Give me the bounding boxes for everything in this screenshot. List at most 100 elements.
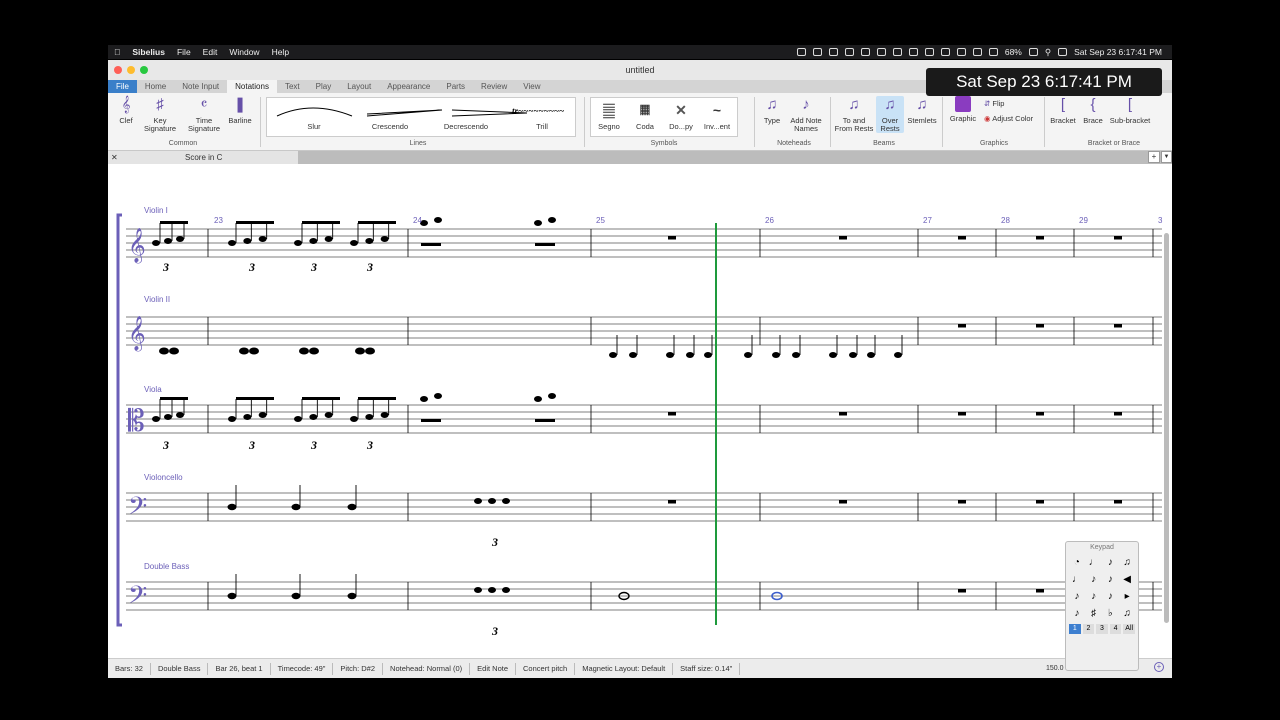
tab-view[interactable]: View	[515, 80, 548, 93]
keypad-tab-4[interactable]: 4	[1109, 624, 1122, 634]
status-icon[interactable]	[908, 48, 918, 56]
keypad-panel[interactable]: Keypad ◔ ♩ ♪ ♫ ♩ ♪ ♪ ◀ ♪ ♪ ♪ ▸ ♪ ♯ ♭ ♫ 1…	[1065, 541, 1139, 671]
trill-button[interactable]: Trill	[507, 122, 577, 131]
status-icon[interactable]	[844, 48, 854, 56]
add-tab-button[interactable]: +	[1148, 151, 1160, 163]
keypad-key-icon[interactable]: ♪	[1103, 555, 1119, 571]
beam	[302, 221, 340, 224]
beams-to-from-rests-button[interactable]: ♫ To and From Rests	[832, 96, 876, 133]
tab-parts[interactable]: Parts	[438, 80, 473, 93]
key-signature-button[interactable]: ♯ Key Signature	[138, 96, 182, 133]
cloud-icon[interactable]	[892, 48, 902, 56]
play-icon[interactable]	[956, 48, 966, 56]
keypad-key-icon[interactable]: ♩	[1086, 555, 1102, 571]
notehead	[228, 416, 236, 422]
flip-button[interactable]: ⇵ Flip	[984, 99, 1004, 108]
score-canvas[interactable]: 𝄞 𝄞 𝄡 𝄢 𝄢 Violin I Violin II Viola Violoncel…	[108, 165, 1172, 655]
notehead	[792, 352, 800, 358]
menu-edit[interactable]: Edit	[203, 47, 218, 57]
crescendo-button[interactable]: Crescendo	[355, 122, 425, 131]
keypad-key-icon[interactable]: ♪	[1103, 572, 1119, 588]
coda-button[interactable]: Coda	[627, 122, 663, 131]
keypad-key-icon[interactable]: ♯	[1086, 606, 1102, 622]
user-icon[interactable]	[988, 48, 998, 56]
keypad-key-icon[interactable]: ♩	[1069, 572, 1085, 588]
sub-bracket-button[interactable]: [Sub-bracket	[1108, 96, 1152, 125]
keypad-key-icon[interactable]: ♪	[1086, 589, 1102, 605]
brace-button[interactable]: {Brace	[1080, 96, 1106, 125]
menu-help[interactable]: Help	[272, 47, 289, 57]
tab-home[interactable]: Home	[137, 80, 174, 93]
close-tab-icon[interactable]: ✕	[111, 151, 118, 164]
tab-review[interactable]: Review	[473, 80, 515, 93]
document-tab[interactable]: ✕ Score in C	[108, 151, 298, 164]
beams-over-rests-button[interactable]: ♫ Over Rests	[876, 96, 904, 133]
keypad-tab-3[interactable]: 3	[1096, 624, 1108, 634]
keypad-key-icon[interactable]: ♪	[1069, 589, 1085, 605]
clef-button[interactable]: 𝄞 Clef	[114, 96, 138, 125]
status-icon[interactable]	[876, 48, 886, 56]
graphic-button[interactable]: Graphic	[946, 96, 980, 123]
zoom-level[interactable]: 150.0	[1046, 665, 1064, 672]
keypad-key-icon[interactable]: ♪	[1103, 589, 1119, 605]
decrescendo-button[interactable]: Decrescendo	[431, 122, 501, 131]
adjust-color-button[interactable]: ◉ Adjust Color	[984, 114, 1033, 123]
notehead	[169, 347, 179, 355]
menu-file[interactable]: File	[177, 47, 191, 57]
bluetooth-icon[interactable]	[924, 48, 934, 56]
notehead	[894, 352, 902, 358]
notehead	[324, 412, 333, 418]
wifi-icon[interactable]	[940, 48, 950, 56]
vertical-scrollbar[interactable]	[1164, 233, 1169, 623]
tab-appearance[interactable]: Appearance	[379, 80, 438, 93]
keypad-key-icon[interactable]: ◀	[1119, 572, 1135, 588]
menu-window[interactable]: Window	[229, 47, 259, 57]
status-bar: Bars: 32 Double Bass Bar 26, beat 1 Time…	[108, 658, 1172, 678]
tab-notations[interactable]: Notations	[227, 80, 277, 93]
keypad-key-icon[interactable]: ▸	[1119, 589, 1135, 605]
keypad-tab-all[interactable]: All	[1123, 624, 1135, 634]
keypad-key-icon[interactable]: ♭	[1103, 606, 1119, 622]
status-icon[interactable]	[812, 48, 822, 56]
segno-button[interactable]: Segno	[591, 122, 627, 131]
tab-note-input[interactable]: Note Input	[174, 80, 227, 93]
bracket-button[interactable]: [Bracket	[1048, 96, 1078, 125]
battery-icon[interactable]	[1028, 48, 1038, 56]
notehead-type-button[interactable]: ♫ Type	[760, 96, 784, 125]
minimize-window-button[interactable]	[127, 66, 135, 74]
doit-button[interactable]: Do...py	[663, 122, 699, 131]
stemlets-button[interactable]: ♫ Stemlets	[906, 96, 938, 125]
tab-play[interactable]: Play	[308, 80, 340, 93]
close-window-button[interactable]	[114, 66, 122, 74]
zoom-window-button[interactable]	[140, 66, 148, 74]
time-signature-button[interactable]: 𝄴 Time Signature	[182, 96, 226, 133]
tab-file[interactable]: File	[108, 80, 137, 93]
add-note-names-button[interactable]: ♪ Add Note Names	[784, 96, 828, 133]
keypad-key-icon[interactable]: ♫	[1119, 555, 1135, 571]
keypad-key-icon[interactable]: ♪	[1086, 572, 1102, 588]
barline-button[interactable]: ❚ Barline	[226, 96, 254, 125]
apple-icon[interactable]: 	[114, 47, 120, 57]
keypad-key-icon[interactable]: ♪	[1069, 606, 1085, 622]
keypad-key-icon[interactable]: ♫	[1119, 606, 1135, 622]
keyboard-icon[interactable]	[972, 48, 982, 56]
control-center-icon[interactable]	[1058, 48, 1068, 56]
app-menu[interactable]: Sibelius	[132, 47, 165, 57]
tab-layout[interactable]: Layout	[339, 80, 379, 93]
status-icon[interactable]	[828, 48, 838, 56]
inverted-mordent-button[interactable]: Inv...ent	[699, 122, 735, 131]
status-position: Bar 26, beat 1	[208, 662, 271, 675]
status-icon[interactable]	[796, 48, 806, 56]
keypad-tab-1[interactable]: 1	[1069, 624, 1081, 634]
status-concert-pitch[interactable]: Concert pitch	[516, 662, 576, 675]
search-icon[interactable]: ⚲	[1045, 47, 1051, 58]
zoom-in-icon[interactable]: +	[1154, 662, 1164, 672]
score-svg[interactable]: 𝄞 𝄞 𝄡 𝄢 𝄢 Violin I Violin II Viola Violoncel…	[108, 165, 1172, 655]
tab-menu-button[interactable]: ▼	[1161, 151, 1172, 163]
keypad-tab-2[interactable]: 2	[1082, 624, 1095, 634]
tab-text[interactable]: Text	[277, 80, 308, 93]
status-icon[interactable]	[860, 48, 870, 56]
slur-button[interactable]: Slur	[279, 122, 349, 131]
menubar-clock[interactable]: Sat Sep 23 6:17:41 PM	[1074, 47, 1162, 57]
keypad-key-icon[interactable]: ◔	[1069, 555, 1085, 571]
